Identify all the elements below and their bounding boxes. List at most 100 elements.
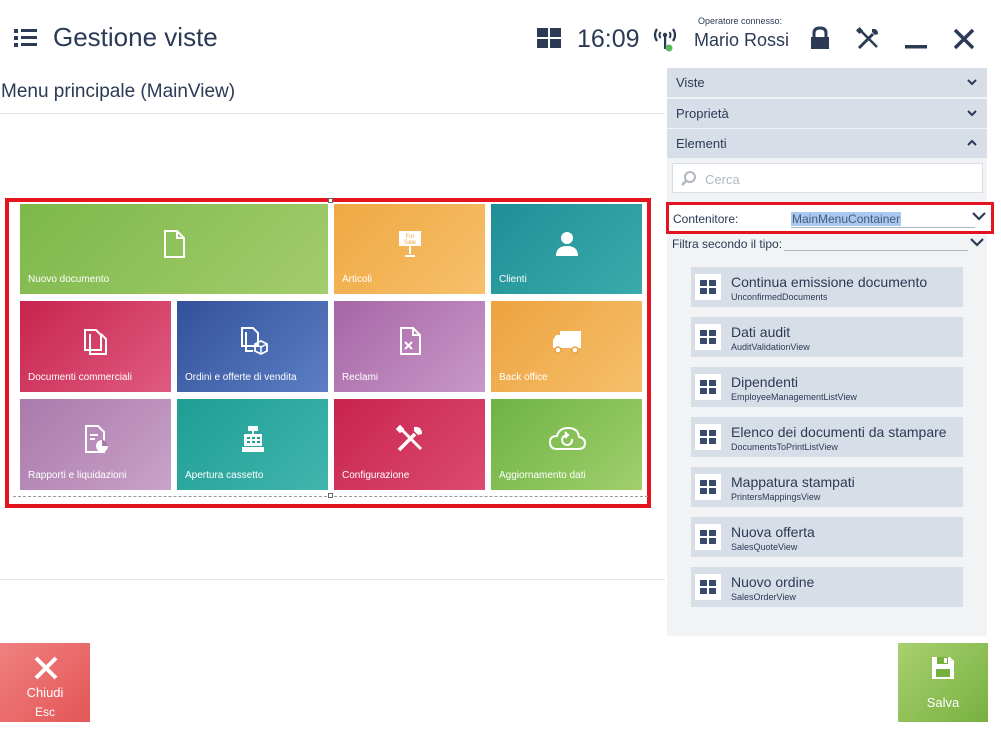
hamburger-menu-icon[interactable]: [14, 28, 38, 48]
tile-reclami[interactable]: Reclami: [334, 301, 485, 392]
operator-label: Operatore connesso:: [698, 16, 783, 26]
view-icon: [695, 324, 721, 350]
tile-label: Reclami: [342, 372, 379, 383]
list-item[interactable]: Elenco dei documenti da stampare Documen…: [691, 417, 963, 457]
resize-handle[interactable]: [328, 493, 333, 498]
operator-name: Mario Rossi: [694, 30, 790, 50]
chevron-down-icon[interactable]: [972, 210, 986, 222]
chevron-down-icon: [967, 79, 977, 86]
section-label: Viste: [676, 75, 705, 90]
item-code: EmployeeManagementListView: [731, 392, 857, 402]
chevron-down-icon[interactable]: [970, 236, 984, 248]
tiles-view-icon[interactable]: [537, 28, 561, 48]
list-item[interactable]: Mappatura stampati PrintersMappingsView: [691, 467, 963, 507]
item-name: Mappatura stampati: [731, 474, 855, 490]
close-label: Chiudi: [26, 685, 64, 700]
item-name: Dati audit: [731, 324, 791, 340]
document-icon: [164, 230, 185, 258]
close-shortcut: Esc: [34, 705, 55, 719]
tile-label: Articoli: [342, 274, 373, 285]
list-item[interactable]: Nuova offerta SalesQuoteView: [691, 517, 963, 557]
view-title: Menu principale (MainView): [1, 81, 236, 102]
tile-nuovo-documento[interactable]: Nuovo documento: [20, 204, 328, 294]
item-name: Nuova offerta: [731, 524, 815, 540]
tile-label: Apertura cassetto: [185, 470, 264, 481]
item-code: UnconfirmedDocuments: [731, 292, 828, 302]
item-name: Nuovo ordine: [731, 574, 815, 590]
save-button[interactable]: Salva: [898, 643, 988, 722]
svg-text:Sale: Sale: [403, 240, 416, 246]
view-icon: [695, 574, 721, 600]
tile-configurazione[interactable]: Configurazione: [334, 399, 485, 490]
section-label: Proprietà: [676, 106, 729, 121]
container-value: MainMenuContainer: [791, 212, 902, 226]
cash-register-icon: [241, 426, 264, 452]
filter-label: Filtra secondo il tipo:: [672, 237, 783, 251]
save-icon: [932, 657, 954, 679]
item-code: SalesOrderView: [731, 592, 796, 602]
settings-tools-icon[interactable]: [854, 25, 882, 53]
connection-status-icon: [652, 25, 678, 53]
tile-label: Back office: [499, 372, 548, 383]
tools-icon: [395, 424, 422, 452]
item-code: DocumentsToPrintListView: [731, 442, 838, 452]
tile-label: Ordini e offerte di vendita: [185, 372, 297, 383]
tile-rapporti[interactable]: Rapporti e liquidazioni: [20, 399, 171, 490]
close-icon: [34, 656, 58, 680]
minimize-icon[interactable]: [902, 25, 930, 53]
tile-clienti[interactable]: Clienti: [491, 204, 642, 294]
tile-aggiornamento-dati[interactable]: Aggiornamento dati: [491, 399, 642, 490]
lock-icon[interactable]: [806, 25, 834, 53]
tile-documenti-commerciali[interactable]: Documenti commerciali: [20, 301, 171, 392]
close-window-icon[interactable]: [950, 25, 978, 53]
list-item[interactable]: Dipendenti EmployeeManagementListView: [691, 367, 963, 407]
document-package-icon: [240, 327, 268, 356]
divider: [0, 113, 665, 114]
page-title: Gestione viste: [53, 22, 218, 52]
filter-select[interactable]: [784, 250, 968, 251]
main-menu-container[interactable]: Nuovo documento For Sale Articoli Client…: [5, 198, 651, 508]
section-viste[interactable]: Viste: [667, 68, 987, 97]
section-elementi[interactable]: Elementi: [667, 129, 987, 158]
container-select[interactable]: MainMenuContainer: [791, 210, 975, 228]
truck-icon: [552, 331, 581, 354]
tile-label: Documenti commerciali: [28, 372, 132, 383]
search-input[interactable]: Cerca: [672, 163, 983, 193]
item-name: Continua emissione documento: [731, 274, 928, 290]
divider: [0, 579, 665, 580]
tile-apertura-cassetto[interactable]: Apertura cassetto: [177, 399, 328, 490]
close-button[interactable]: Chiudi Esc: [0, 643, 90, 722]
document-x-icon: [399, 327, 421, 355]
tile-label: Configurazione: [342, 470, 410, 481]
search-icon: [681, 171, 696, 186]
list-item[interactable]: Nuovo ordine SalesOrderView: [691, 567, 963, 607]
report-icon: [84, 425, 108, 453]
resize-handle[interactable]: [328, 198, 333, 203]
list-item[interactable]: Dati audit AuditValidationView: [691, 317, 963, 357]
chevron-down-icon: [967, 110, 977, 117]
item-code: PrintersMappingsView: [731, 492, 821, 502]
tile-label: Clienti: [499, 274, 527, 285]
chevron-up-icon: [967, 139, 977, 146]
item-code: SalesQuoteView: [731, 542, 798, 552]
view-icon: [695, 374, 721, 400]
container-label: Contenitore:: [673, 212, 739, 226]
save-label: Salva: [926, 695, 960, 710]
tile-ordini-offerte[interactable]: Ordini e offerte di vendita: [177, 301, 328, 392]
tile-articoli[interactable]: For Sale Articoli: [334, 204, 485, 294]
section-proprieta[interactable]: Proprietà: [667, 99, 987, 128]
view-icon: [695, 274, 721, 300]
search-placeholder: Cerca: [705, 172, 740, 187]
container-selector-row: Contenitore: MainMenuContainer: [666, 202, 994, 234]
user-icon: [555, 232, 578, 256]
documents-icon: [83, 329, 107, 355]
view-icon: [695, 524, 721, 550]
tile-label: Aggiornamento dati: [499, 470, 586, 481]
clock: 16:09: [577, 25, 640, 53]
tile-back-office[interactable]: Back office: [491, 301, 642, 392]
view-icon: [695, 474, 721, 500]
tile-label: Nuovo documento: [28, 274, 110, 285]
list-item[interactable]: Continua emissione documento Unconfirmed…: [691, 267, 963, 307]
item-code: AuditValidationView: [731, 342, 810, 352]
item-name: Dipendenti: [731, 374, 798, 390]
